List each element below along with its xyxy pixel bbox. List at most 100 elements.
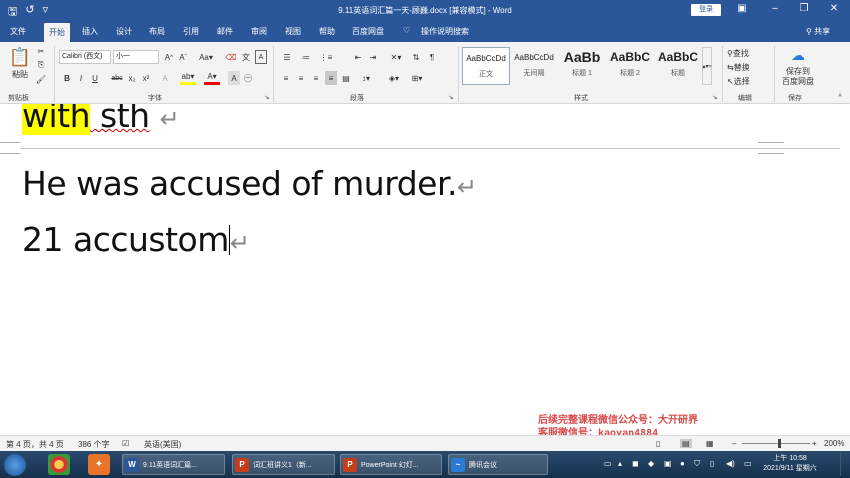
tab-insert[interactable]: 插入: [82, 26, 98, 37]
app-launcher-icon[interactable]: ✦: [88, 454, 110, 475]
styles-dialog-launcher-icon[interactable]: ↘: [711, 93, 719, 101]
style-normal[interactable]: AaBbCcDd 正文: [462, 47, 510, 85]
save-to-baidu-line2[interactable]: 百度网盘: [778, 76, 818, 86]
tell-me-search[interactable]: 操作说明搜索: [421, 26, 469, 37]
line-spacing-icon[interactable]: ↕▾: [358, 71, 374, 85]
tray-app2-icon[interactable]: ●: [680, 459, 685, 468]
cut-icon[interactable]: ✂: [36, 46, 46, 56]
tray-nvidia-icon[interactable]: ▣: [664, 459, 672, 468]
decrease-indent-icon[interactable]: ⇤: [352, 50, 364, 64]
taskbar-tencent-meeting[interactable]: ~ 腾讯会议: [448, 454, 548, 475]
baidu-cloud-icon[interactable]: ☁: [788, 47, 808, 63]
bullets-icon[interactable]: ☰: [280, 50, 294, 64]
multilevel-list-icon[interactable]: ⋮≡: [318, 50, 334, 64]
style-heading-2[interactable]: AaBbC 标题 2: [606, 47, 654, 85]
shrink-font-icon[interactable]: Aˇ: [177, 50, 189, 64]
grow-font-icon[interactable]: A ^: [163, 50, 175, 64]
justify-icon[interactable]: ≡: [325, 71, 337, 85]
taskbar-word[interactable]: W 9.11英语词汇篇...: [122, 454, 225, 475]
increase-indent-icon[interactable]: ⇥: [367, 50, 379, 64]
print-layout-icon[interactable]: ▤: [680, 439, 692, 448]
tray-display-icon[interactable]: ▭: [744, 459, 752, 468]
tray-antivirus-icon[interactable]: ◆: [648, 459, 654, 468]
start-button-icon[interactable]: [4, 454, 26, 476]
ribbon-display-options-icon[interactable]: ▣: [734, 3, 750, 14]
clipboard-icon[interactable]: 📋: [8, 46, 32, 68]
word-count[interactable]: 386 个字: [78, 439, 110, 450]
underline-button[interactable]: U: [90, 71, 100, 85]
tray-keyboard-icon[interactable]: ▭: [604, 459, 612, 468]
highlight-icon[interactable]: ab▾: [180, 71, 196, 85]
strikethrough-icon[interactable]: abc: [110, 71, 124, 85]
clock[interactable]: 上午 10:58 2021/9/11 星期六: [760, 454, 820, 474]
share-button[interactable]: ⚲ 共享: [806, 26, 830, 37]
restore-icon[interactable]: ❐: [796, 3, 812, 14]
proofing-icon[interactable]: ☑: [122, 439, 129, 448]
zoom-in-icon[interactable]: +: [812, 439, 817, 448]
close-icon[interactable]: ✕: [826, 3, 842, 14]
chrome-icon[interactable]: [48, 454, 70, 475]
language-indicator[interactable]: 英语(美国): [144, 439, 181, 450]
web-layout-icon[interactable]: ▦: [706, 439, 714, 448]
style-heading-1[interactable]: AaBb 标题 1: [558, 47, 606, 85]
sort-icon[interactable]: ⇅: [410, 50, 422, 64]
font-color-icon[interactable]: A▾: [204, 71, 220, 85]
superscript-icon[interactable]: x²: [141, 71, 151, 85]
tab-design[interactable]: 设计: [116, 26, 132, 37]
subscript-icon[interactable]: x₂: [127, 71, 137, 85]
tray-volume-icon[interactable]: ◀): [726, 459, 735, 468]
zoom-out-icon[interactable]: –: [732, 439, 736, 448]
save-to-baidu-line1[interactable]: 保存到: [778, 66, 818, 76]
login-button[interactable]: 登录: [691, 4, 721, 16]
italic-button[interactable]: I: [76, 71, 86, 85]
tray-app-icon[interactable]: ◼: [632, 459, 639, 468]
show-desktop-button[interactable]: [840, 453, 848, 476]
bold-button[interactable]: B: [62, 71, 72, 85]
char-shading-icon[interactable]: A: [228, 71, 240, 85]
styles-scroll-icon[interactable]: ▴▾▿: [702, 47, 712, 85]
tab-home[interactable]: 开始: [44, 23, 70, 42]
document-area[interactable]: with sth ↵ He was accused of murder.↵ 21…: [0, 104, 850, 435]
clear-format-icon[interactable]: ⌫: [225, 50, 237, 64]
select-button[interactable]: ↖ 选择: [727, 75, 771, 87]
collapse-ribbon-icon[interactable]: ^: [836, 93, 844, 101]
style-no-spacing[interactable]: AaBbCcDd 无间隔: [510, 47, 558, 85]
format-painter-icon[interactable]: 🖌: [36, 74, 46, 84]
tab-baidu[interactable]: 百度网盘: [352, 26, 384, 37]
change-case-icon[interactable]: Aa▾: [196, 50, 216, 64]
style-title[interactable]: AaBbC 标题: [654, 47, 702, 85]
tab-help[interactable]: 帮助: [319, 26, 335, 37]
tab-mailings[interactable]: 邮件: [217, 26, 233, 37]
phonetic-guide-icon[interactable]: 文: [240, 50, 252, 64]
chinese-layout-icon[interactable]: ✕▾: [389, 50, 403, 64]
zoom-level[interactable]: 200%: [824, 439, 844, 448]
font-name-select[interactable]: Calibri (西文): [59, 50, 111, 64]
numbering-icon[interactable]: ≔: [299, 50, 313, 64]
tab-references[interactable]: 引用: [183, 26, 199, 37]
find-button[interactable]: ⚲ 查找: [727, 47, 771, 59]
paragraph-dialog-launcher-icon[interactable]: ↘: [447, 93, 455, 101]
tray-network-icon[interactable]: ▯: [710, 459, 714, 468]
zoom-slider[interactable]: [742, 443, 810, 444]
align-right-icon[interactable]: ≡: [310, 71, 322, 85]
align-left-icon[interactable]: ≡: [280, 71, 292, 85]
font-size-select[interactable]: 小一: [113, 50, 159, 64]
tab-view[interactable]: 视图: [285, 26, 301, 37]
replace-button[interactable]: ⇆ 替换: [727, 61, 771, 73]
show-marks-icon[interactable]: ¶: [426, 50, 438, 64]
read-mode-icon[interactable]: ▯: [656, 439, 660, 448]
shading-icon[interactable]: ◈▾: [385, 71, 403, 85]
taskbar-powerpoint-2[interactable]: P PowerPoint 幻灯...: [340, 454, 442, 475]
align-center-icon[interactable]: ≡: [295, 71, 307, 85]
font-dialog-launcher-icon[interactable]: ↘: [263, 93, 271, 101]
tab-review[interactable]: 审阅: [251, 26, 267, 37]
copy-icon[interactable]: ⎘: [36, 60, 46, 70]
paste-button[interactable]: 粘贴: [6, 68, 34, 80]
tray-expand-icon[interactable]: ▴: [618, 459, 622, 468]
zoom-slider-thumb[interactable]: [778, 439, 781, 448]
enclose-char-icon[interactable]: ㊀: [242, 71, 254, 85]
minimize-icon[interactable]: –: [767, 3, 783, 14]
page-count[interactable]: 第 4 页，共 4 页: [6, 439, 64, 450]
distributed-icon[interactable]: ▤: [340, 71, 352, 85]
text-effects-icon[interactable]: A: [160, 71, 170, 85]
